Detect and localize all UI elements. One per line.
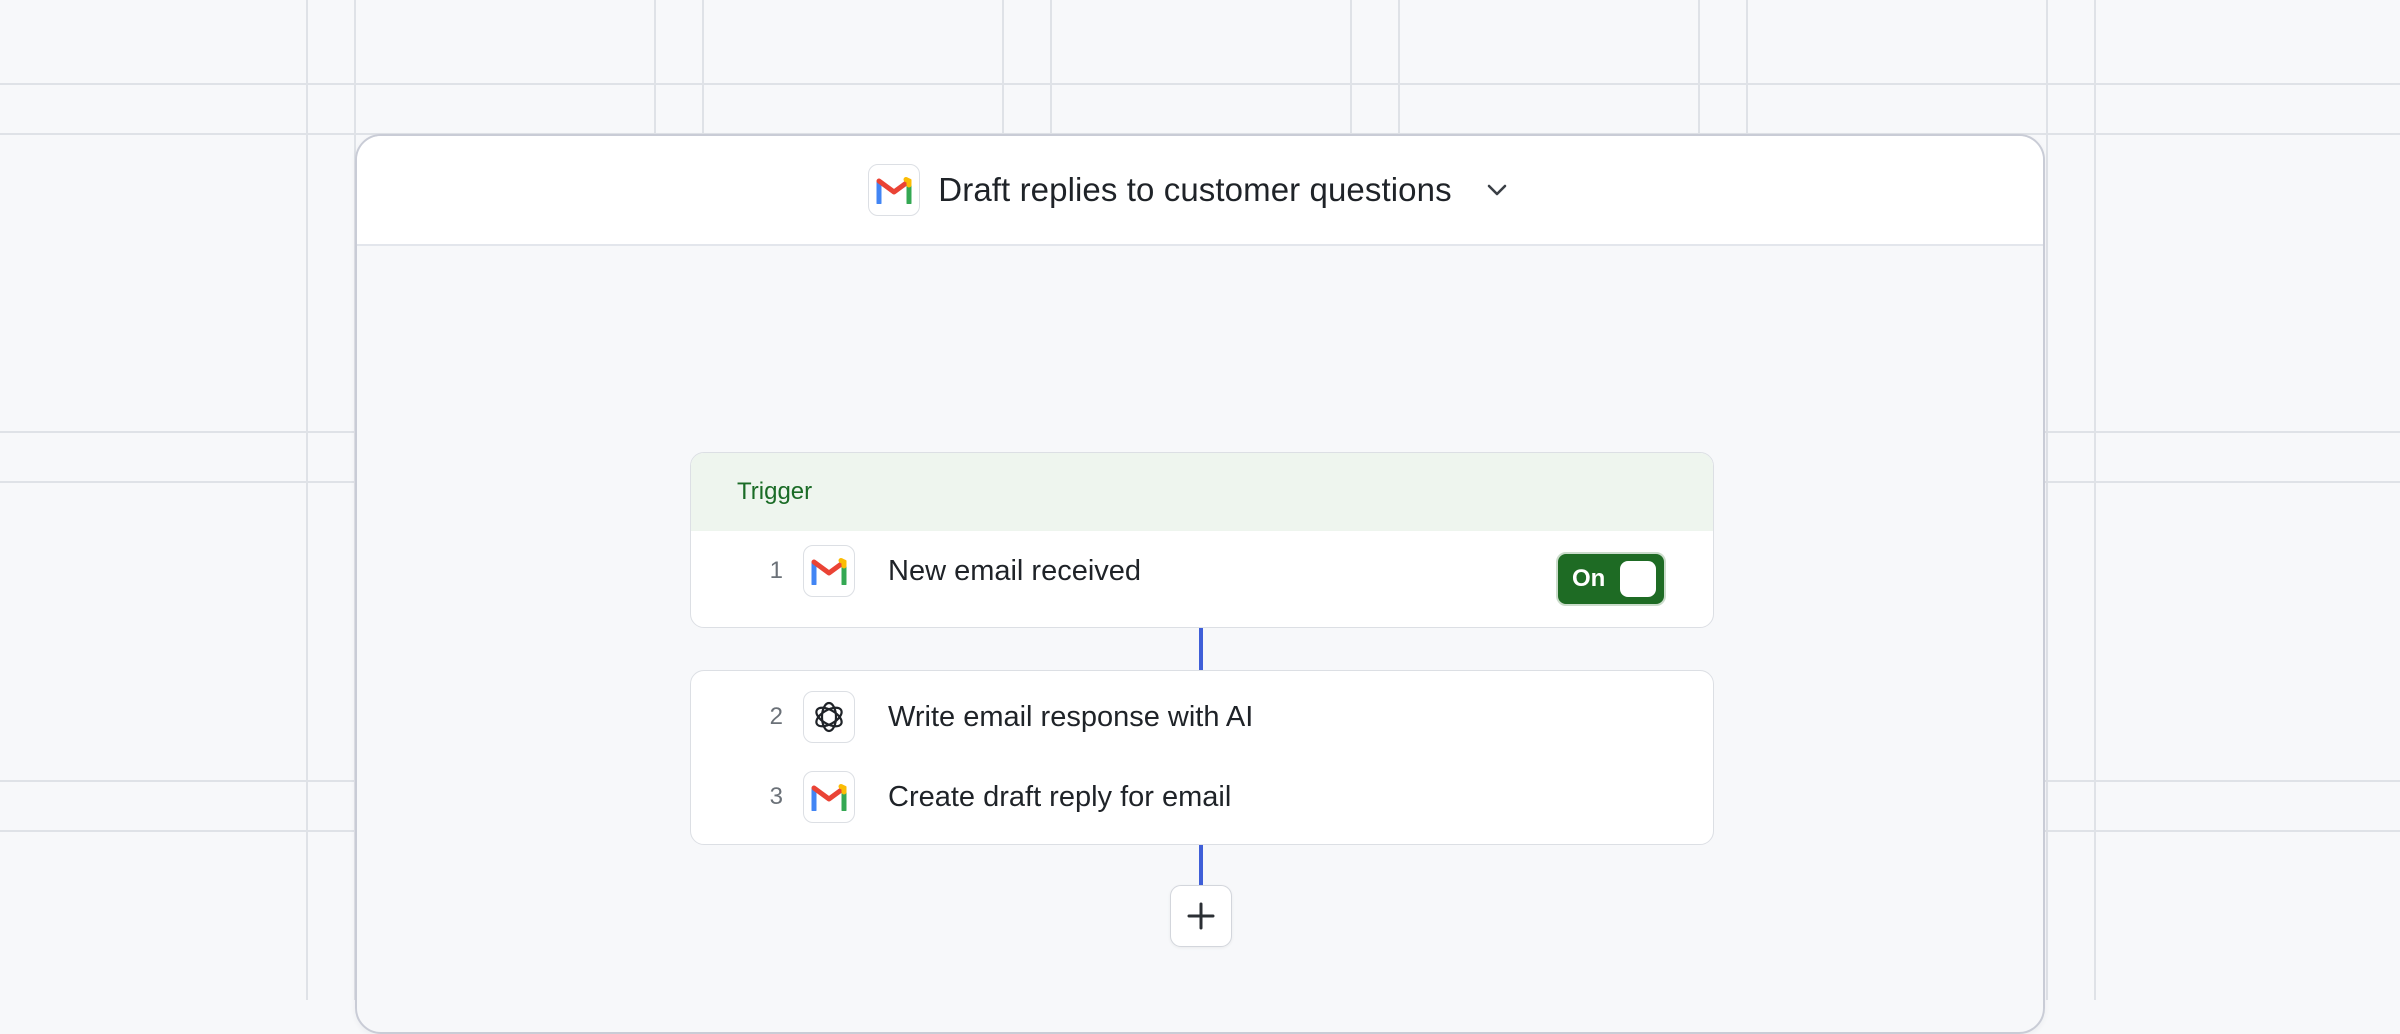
step-label: New email received xyxy=(888,554,1142,587)
actions-card: 2 Write email response with AI 3 Create … xyxy=(690,670,1714,845)
trigger-on-toggle[interactable]: On xyxy=(1556,552,1666,606)
add-step-button[interactable] xyxy=(1170,885,1232,947)
plus-icon xyxy=(1187,902,1215,930)
step-number: 1 xyxy=(769,557,783,584)
step-label: Create draft reply for email xyxy=(888,780,1232,813)
gmail-icon xyxy=(811,784,847,811)
trigger-header: Trigger xyxy=(691,453,1713,531)
toggle-label: On xyxy=(1572,565,1606,592)
trigger-card[interactable]: Trigger 1 New email received On xyxy=(690,452,1714,628)
gmail-icon xyxy=(811,558,847,585)
title-dropdown-button[interactable] xyxy=(1482,175,1512,205)
workflow-app-tile xyxy=(868,164,921,216)
openai-icon xyxy=(815,701,843,733)
step-row[interactable]: 3 Create draft reply for email xyxy=(691,757,1713,837)
step-number: 3 xyxy=(769,783,783,810)
step-app-tile xyxy=(803,691,855,743)
trigger-label: Trigger xyxy=(737,478,813,505)
workflow-header: Draft replies to customer questions xyxy=(357,136,2043,246)
step-connector xyxy=(1199,628,1203,670)
step-app-tile xyxy=(803,771,855,823)
step-number: 2 xyxy=(769,703,783,730)
step-row[interactable]: 2 Write email response with AI xyxy=(691,677,1713,757)
step-row[interactable]: 1 New email received On xyxy=(691,531,1713,611)
toggle-knob xyxy=(1620,561,1656,597)
workflow-window: Draft replies to customer questions Trig… xyxy=(355,134,2045,1034)
chevron-down-icon xyxy=(1487,184,1506,196)
step-connector xyxy=(1199,845,1203,885)
workflow-title[interactable]: Draft replies to customer questions xyxy=(938,171,1451,209)
gmail-icon xyxy=(876,177,912,204)
step-app-tile xyxy=(803,545,855,597)
step-label: Write email response with AI xyxy=(888,700,1254,733)
